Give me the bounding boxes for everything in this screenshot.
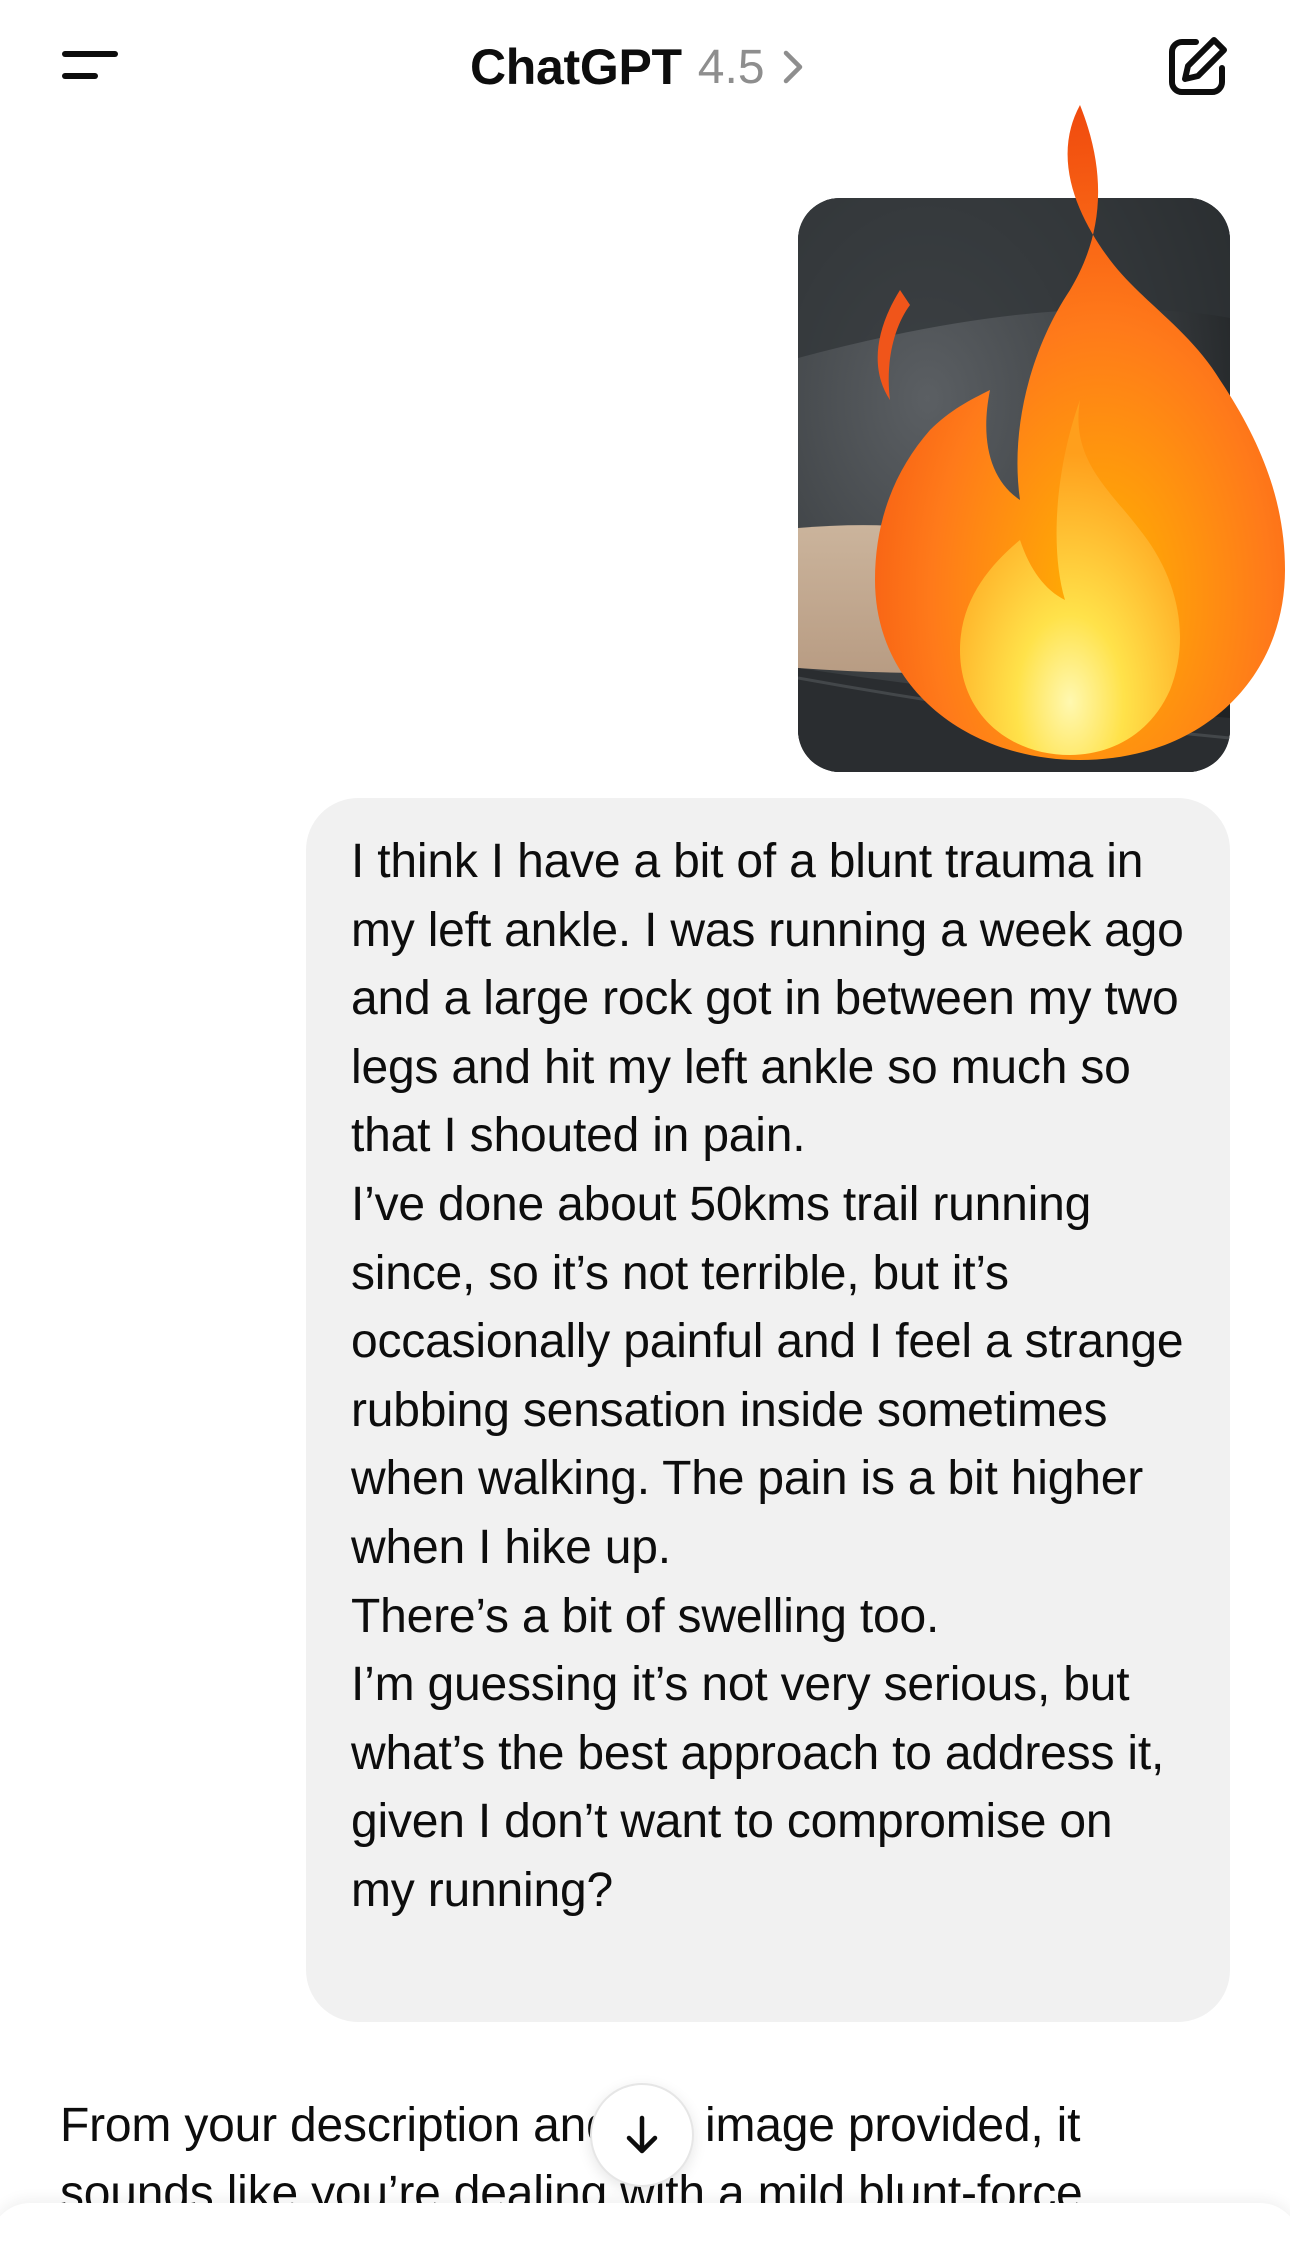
top-bar: ChatGPT 4.5 — [0, 0, 1290, 134]
scroll-to-bottom-button[interactable] — [590, 2083, 694, 2187]
user-image-attachment[interactable] — [798, 198, 1230, 772]
ankle-photo — [798, 198, 1230, 772]
model-selector[interactable]: ChatGPT 4.5 — [470, 36, 807, 98]
composer-sheet-edge — [0, 2203, 1290, 2263]
user-message-text: I think I have a bit of a blunt trauma i… — [351, 835, 1184, 1917]
arrow-down-icon — [626, 2115, 658, 2154]
menu-icon-bar-top — [62, 51, 118, 57]
model-version: 4.5 — [697, 40, 765, 94]
user-message-bubble: I think I have a bit of a blunt trauma i… — [306, 798, 1230, 2022]
new-chat-button[interactable] — [1166, 34, 1230, 98]
menu-icon-bar-bottom — [62, 73, 98, 79]
menu-icon[interactable] — [52, 38, 122, 94]
chevron-right-icon — [783, 50, 802, 84]
model-name: ChatGPT — [470, 39, 682, 95]
new-chat-icon — [1169, 37, 1227, 95]
